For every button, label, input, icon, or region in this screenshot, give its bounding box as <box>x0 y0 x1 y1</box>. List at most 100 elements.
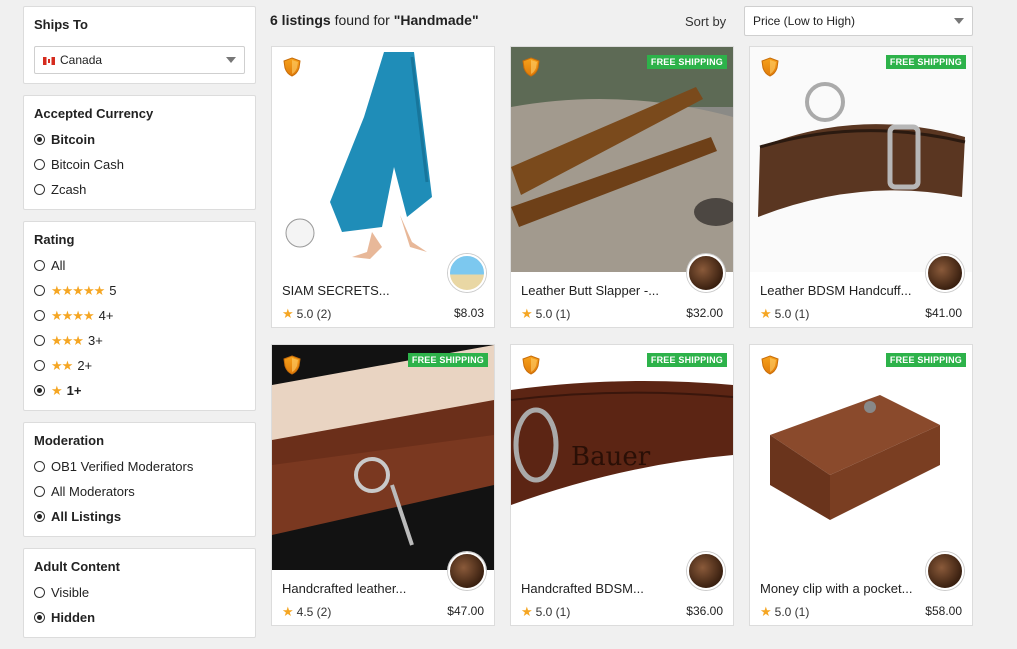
rating-option[interactable]: ★★★★ 4+ <box>34 303 245 328</box>
moderation-option[interactable]: All Moderators <box>34 479 245 504</box>
listing-rating: ★ 5.0 (2) <box>282 306 331 322</box>
moderation-option[interactable]: OB1 Verified Moderators <box>34 454 245 479</box>
ships-to-value: Canada <box>60 53 103 67</box>
rating-option[interactable]: ★★★★★ 5 <box>34 278 245 303</box>
rating-value: 5.0 (1) <box>535 605 571 619</box>
listing-image[interactable] <box>272 47 494 272</box>
adult-content-option[interactable]: Hidden <box>34 605 245 630</box>
radio-button[interactable] <box>34 511 45 522</box>
listing-title[interactable]: Handcrafted leather... <box>282 581 442 596</box>
star-icon: ★ <box>760 306 772 321</box>
sort-label: Sort by <box>685 14 727 29</box>
listing-title[interactable]: SIAM SECRETS... <box>282 283 442 298</box>
rating-option[interactable]: ★★ 2+ <box>34 353 245 378</box>
free-shipping-badge: FREE SHIPPING <box>885 55 966 69</box>
shield-icon <box>283 57 301 77</box>
radio-button[interactable] <box>34 260 45 271</box>
star-icon: ★ <box>760 604 772 619</box>
currency-option[interactable]: Bitcoin <box>34 127 245 152</box>
listing-price: $36.00 <box>686 604 723 618</box>
star-rating-icon: ★ <box>51 382 63 398</box>
listing-rating: ★ 4.5 (2) <box>282 604 331 620</box>
seller-avatar[interactable] <box>687 552 725 590</box>
listing-rating: ★ 5.0 (1) <box>760 306 809 322</box>
rating-option-label: 4+ <box>98 308 114 323</box>
radio-button[interactable] <box>34 184 45 195</box>
rating-option-label: 2+ <box>77 358 93 373</box>
radio-button[interactable] <box>34 486 45 497</box>
listing-card[interactable]: SIAM SECRETS... ★ 5.0 (2) $8.03 <box>271 46 495 328</box>
canada-flag-icon <box>43 56 55 65</box>
star-rating-icon: ★★ <box>51 357 73 373</box>
star-icon: ★ <box>282 604 294 619</box>
rating-value: 5.0 (1) <box>774 307 810 321</box>
filter-sidebar: Ships To Canada Accepted Currency Bitcoi… <box>23 6 256 649</box>
listing-rating: ★ 5.0 (1) <box>760 604 809 620</box>
listing-card[interactable]: FREE SHIPPING Handcrafted leather... ★ 4.5 … <box>271 344 495 626</box>
radio-button[interactable] <box>34 461 45 472</box>
radio-button[interactable] <box>34 134 45 145</box>
currency-option[interactable]: Zcash <box>34 177 245 202</box>
rating-value: 5.0 (1) <box>774 605 810 619</box>
rating-option[interactable]: All <box>34 253 245 278</box>
radio-button[interactable] <box>34 159 45 170</box>
rating-option-label: 3+ <box>87 333 103 348</box>
adult-content-option-label: Hidden <box>51 610 96 625</box>
seller-avatar[interactable] <box>687 254 725 292</box>
results-count: 6 listings found for "Handmade" <box>270 12 479 28</box>
radio-button[interactable] <box>34 285 45 296</box>
listing-card[interactable]: FREE SHIPPING Leather Butt Slapper -... ★ 5… <box>510 46 734 328</box>
listing-title[interactable]: Money clip with a pocket... <box>760 581 920 596</box>
adult-content-option[interactable]: Visible <box>34 580 245 605</box>
sort-select[interactable]: Price (Low to High) <box>744 6 973 36</box>
currency-option-label: Zcash <box>51 182 87 197</box>
free-shipping-badge: FREE SHIPPING <box>646 353 727 367</box>
ships-to-title: Ships To <box>34 17 88 32</box>
listing-title[interactable]: Handcrafted BDSM... <box>521 581 681 596</box>
rating-option[interactable]: ★ 1+ <box>34 378 245 403</box>
rating-option-label: 5 <box>109 283 117 298</box>
listing-image[interactable] <box>511 47 733 272</box>
ships-to-select[interactable]: Canada <box>34 46 245 74</box>
radio-button[interactable] <box>34 587 45 598</box>
currency-panel: Accepted Currency Bitcoin Bitcoin Cash Zca… <box>23 95 256 210</box>
currency-option-label: Bitcoin Cash <box>51 157 124 172</box>
listing-card[interactable]: FREE SHIPPING Leather BDSM Handcuff... ★ 5.… <box>749 46 973 328</box>
seller-avatar[interactable] <box>448 552 486 590</box>
moderation-title: Moderation <box>34 433 105 448</box>
listing-count: 6 listings <box>270 12 331 28</box>
listing-image[interactable] <box>750 345 972 570</box>
rating-option[interactable]: ★★★ 3+ <box>34 328 245 353</box>
listing-price: $8.03 <box>453 306 484 320</box>
adult-content-option-label: Visible <box>51 585 90 600</box>
listing-card[interactable]: Bauer FREE SHIPPING Handcrafted BDSM... ★ 5.… <box>510 344 734 626</box>
rating-panel: Rating All ★★★★★ 5 ★★★★ 4+ ★★★ 3+ ★★ 2+ ★ 1+ <box>23 221 256 411</box>
listing-card[interactable]: FREE SHIPPING Money clip with a pocket...… <box>749 344 973 626</box>
chevron-down-icon <box>226 57 236 63</box>
seller-avatar[interactable] <box>926 552 964 590</box>
seller-avatar[interactable] <box>448 254 486 292</box>
results-header: 6 listings found for "Handmade" Sort by … <box>270 0 973 40</box>
radio-button[interactable] <box>34 612 45 623</box>
listing-title[interactable]: Leather BDSM Handcuff... <box>760 283 920 298</box>
currency-option[interactable]: Bitcoin Cash <box>34 152 245 177</box>
listing-image[interactable]: Bauer <box>511 345 733 570</box>
rating-value: 5.0 (1) <box>535 307 571 321</box>
shield-icon <box>761 355 779 375</box>
radio-button[interactable] <box>34 310 45 321</box>
star-icon: ★ <box>521 306 533 321</box>
rating-value: 5.0 (2) <box>296 307 332 321</box>
radio-button[interactable] <box>34 360 45 371</box>
star-rating-icon: ★★★ <box>51 332 84 348</box>
listing-image[interactable] <box>272 345 494 570</box>
free-shipping-badge: FREE SHIPPING <box>646 55 727 69</box>
sort-value: Price (Low to High) <box>753 14 856 28</box>
moderation-option[interactable]: All Listings <box>34 504 245 529</box>
adult-content-title: Adult Content <box>34 559 120 574</box>
listing-title[interactable]: Leather Butt Slapper -... <box>521 283 681 298</box>
radio-button[interactable] <box>34 335 45 346</box>
listing-image[interactable] <box>750 47 972 272</box>
radio-button[interactable] <box>34 385 45 396</box>
currency-title: Accepted Currency <box>34 106 154 121</box>
seller-avatar[interactable] <box>926 254 964 292</box>
